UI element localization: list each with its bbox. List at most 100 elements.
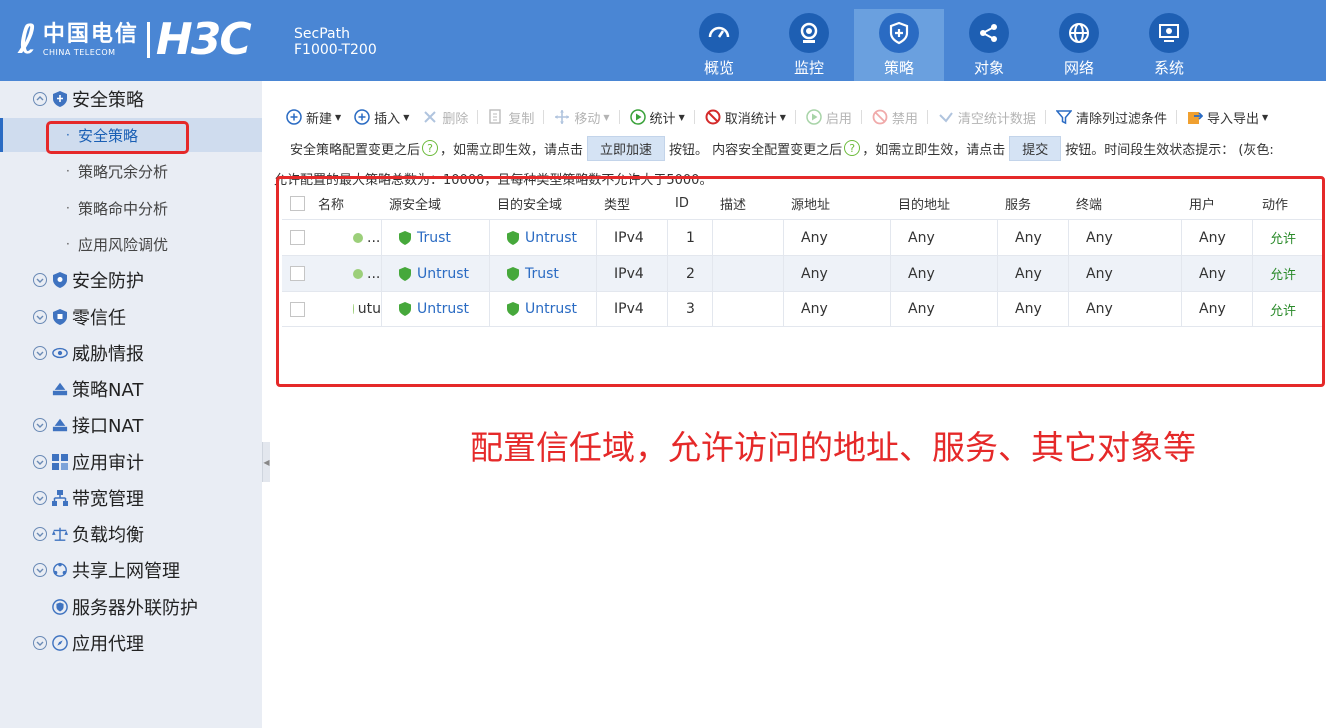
- toolbar-divider: [860, 110, 862, 124]
- nav-monitor[interactable]: 监控: [764, 9, 854, 81]
- clear-statistics-button[interactable]: 清空统计数据: [938, 108, 1036, 127]
- nav-system[interactable]: 系统: [1124, 9, 1214, 81]
- enable-button[interactable]: 启用: [806, 108, 852, 127]
- toolbar-divider: [477, 110, 479, 124]
- product-model-number: F1000-T200: [294, 42, 377, 58]
- disable-button[interactable]: 禁用: [872, 108, 918, 127]
- chevron-down-icon[interactable]: [33, 563, 47, 577]
- submit-button[interactable]: 提交: [1009, 135, 1062, 161]
- chevron-down-icon[interactable]: [33, 636, 47, 650]
- globe-icon: [1059, 13, 1099, 53]
- disable-button-label: 禁用: [891, 111, 918, 127]
- nav-overview[interactable]: 概览: [674, 9, 764, 81]
- nav-network[interactable]: 网络: [1034, 9, 1124, 81]
- sidebar-item-app-risk-tuning[interactable]: · 应用风险调优: [0, 227, 262, 261]
- nav-object[interactable]: 对象: [944, 9, 1034, 81]
- annotation-box-table: [276, 176, 1325, 387]
- sidebar-item-shared-access[interactable]: 共享上网管理: [0, 553, 262, 587]
- accelerate-now-button[interactable]: 立即加速: [587, 135, 666, 161]
- sidebar-item-label: 接口NAT: [72, 416, 144, 437]
- sidebar: 安全策略 · 安全策略 · 策略冗余分析 · 策略命中分析 · 应用风险调优 安…: [0, 81, 262, 728]
- notice-text: 安全策略配置变更之后: [290, 142, 421, 158]
- sidebar-item-zero-trust[interactable]: 零信任: [0, 300, 262, 334]
- sidebar-item-interface-nat[interactable]: 接口NAT: [0, 408, 262, 442]
- statistics-button[interactable]: 统计 ▼: [629, 108, 685, 127]
- sidebar-item-label: 策略命中分析: [78, 199, 169, 218]
- help-icon[interactable]: ?: [844, 140, 861, 156]
- new-button[interactable]: 新建 ▼: [286, 108, 341, 127]
- toolbar-divider: [1175, 110, 1177, 124]
- share-nodes-icon: [969, 13, 1009, 53]
- selected-indicator: [0, 118, 3, 152]
- plus-circle-icon: [286, 109, 302, 125]
- compass-icon: [52, 635, 68, 651]
- brand-en: CHINA TELECOM: [42, 48, 116, 57]
- sidebar-item-label: 负载均衡: [72, 525, 144, 546]
- caret-down-icon: ▼: [335, 112, 342, 122]
- brand-logo: ℓ 中国电信 CHINA TELECOM H3C: [18, 18, 252, 62]
- insert-button-label: 插入: [374, 111, 401, 127]
- sidebar-item-policy-nat[interactable]: 策略NAT: [0, 372, 262, 406]
- sidebar-item-hit-analysis[interactable]: · 策略命中分析: [0, 191, 262, 225]
- annotation-text: 配置信任域，允许访问的地址、服务、其它对象等: [470, 428, 1196, 467]
- config-notice: 安全策略配置变更之后 ? ，如需立即生效，请点击 立即加速 按钮。 内容安全配置…: [290, 135, 1274, 161]
- chevron-down-icon[interactable]: [33, 491, 47, 505]
- sidebar-collapse-handle[interactable]: ◀: [262, 442, 270, 482]
- sidebar-item-load-balance[interactable]: 负载均衡: [0, 517, 262, 551]
- shield-icon: [52, 91, 68, 107]
- dashboard-icon: [699, 13, 739, 53]
- policy-shield-icon: [879, 13, 919, 53]
- clear-filter-button-label: 清除列过滤条件: [1075, 111, 1167, 127]
- delete-button[interactable]: 删除: [422, 108, 468, 127]
- notice-text: ，如需立即生效，请点击: [440, 142, 584, 158]
- caret-down-icon: ▼: [779, 112, 786, 122]
- delete-button-label: 删除: [442, 111, 469, 127]
- bullet-icon: ·: [66, 237, 70, 251]
- help-icon[interactable]: ?: [422, 140, 439, 156]
- sidebar-item-app-audit[interactable]: 应用审计: [0, 445, 262, 479]
- sidebar-item-app-proxy[interactable]: 应用代理: [0, 626, 262, 660]
- sidebar-item-security-protection[interactable]: 安全防护: [0, 263, 262, 297]
- sidebar-item-security-policy-group[interactable]: 安全策略: [0, 82, 262, 116]
- move-button[interactable]: 移动 ▼: [554, 108, 610, 127]
- import-export-button[interactable]: 导入导出 ▼: [1187, 108, 1268, 127]
- sidebar-item-bandwidth[interactable]: 带宽管理: [0, 481, 262, 515]
- eraser-icon: [938, 109, 954, 125]
- clear-statistics-button-label: 清空统计数据: [957, 111, 1036, 127]
- monitor-icon: [789, 13, 829, 53]
- clear-filter-button[interactable]: 清除列过滤条件: [1055, 108, 1167, 127]
- nav-policy[interactable]: 策略: [854, 9, 944, 81]
- hierarchy-icon: [52, 490, 68, 506]
- top-header: ℓ 中国电信 CHINA TELECOM H3C SecPath F1000-T…: [0, 0, 1326, 81]
- filter-icon: [1055, 109, 1072, 125]
- sidebar-item-label: 安全防护: [72, 271, 144, 292]
- nat-icon: [52, 417, 68, 433]
- product-line: SecPath: [294, 26, 350, 42]
- toolbar-divider: [926, 110, 928, 124]
- chevron-down-icon[interactable]: [33, 527, 47, 541]
- toolbar: 新建 ▼ 插入 ▼ 删除 复制 移动 ▼ 统计 ▼ 取消统计 ▼ 启用 禁用 清空统计数据: [286, 106, 1281, 128]
- play-circle-icon: [806, 109, 822, 125]
- enable-button-label: 启用: [825, 111, 852, 127]
- toolbar-divider: [543, 110, 545, 124]
- chevron-up-icon[interactable]: [33, 92, 47, 106]
- sidebar-item-server-outbound[interactable]: 服务器外联防护: [0, 590, 262, 624]
- ban-icon: [872, 109, 888, 125]
- copy-button[interactable]: 复制: [488, 108, 534, 127]
- insert-button[interactable]: 插入 ▼: [354, 108, 409, 127]
- chevron-down-icon[interactable]: [33, 310, 47, 324]
- server-shield-icon: [52, 599, 68, 615]
- chevron-down-icon[interactable]: [33, 455, 47, 469]
- nat-icon: [52, 381, 68, 397]
- sidebar-item-label: 策略冗余分析: [78, 162, 169, 181]
- grid-icon: [52, 454, 68, 470]
- sidebar-item-redundancy-analysis[interactable]: · 策略冗余分析: [0, 154, 262, 188]
- chevron-down-icon[interactable]: [33, 273, 47, 287]
- chevron-down-icon[interactable]: [33, 418, 47, 432]
- cancel-statistics-button[interactable]: 取消统计 ▼: [705, 108, 786, 127]
- import-export-icon: [1187, 109, 1203, 125]
- sidebar-item-threat-intel[interactable]: 威胁情报: [0, 336, 262, 370]
- toolbar-divider: [794, 110, 796, 124]
- caret-down-icon: ▼: [678, 112, 685, 122]
- chevron-down-icon[interactable]: [33, 346, 47, 360]
